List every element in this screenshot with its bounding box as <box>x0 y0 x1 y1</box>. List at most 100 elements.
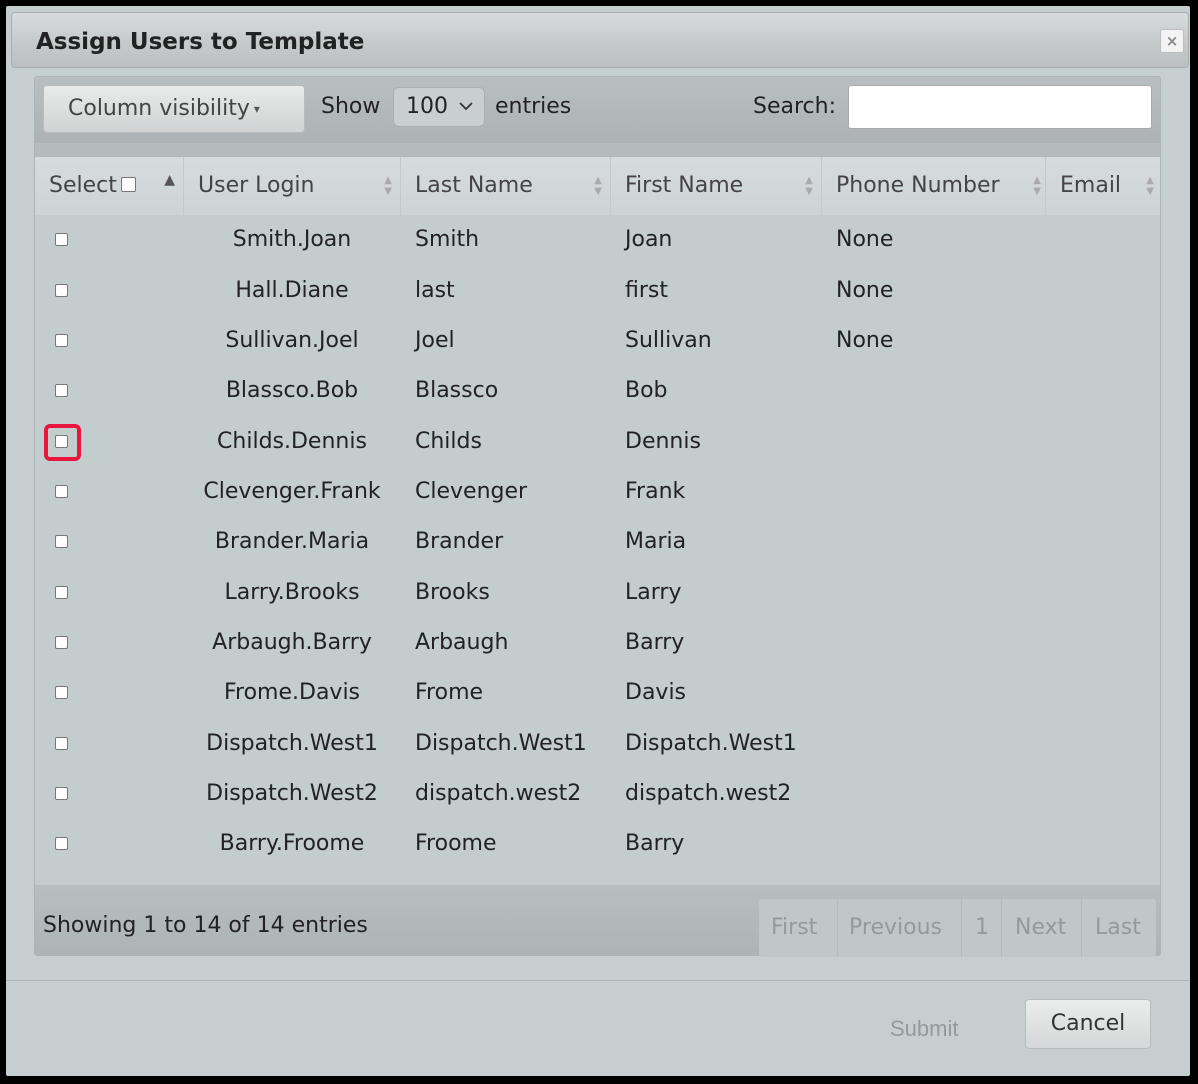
pagination-previous[interactable]: Previous <box>849 899 942 957</box>
column-header-last-name[interactable]: Last Name ▲ ▼ <box>401 157 611 215</box>
column-header-label: Select <box>49 173 117 198</box>
cell-last-name: Dispatch.West1 <box>415 731 587 756</box>
cell-first-name: Maria <box>625 529 687 554</box>
column-visibility-button[interactable]: Column visibility ▾ <box>43 85 305 133</box>
cell-user-login: Arbaugh.Barry <box>212 630 372 655</box>
sort-both-icon: ▲ ▼ <box>594 175 602 197</box>
table-toolbar: Column visibility ▾ Show 100 entries Sear… <box>35 77 1160 143</box>
row-select-checkbox[interactable] <box>55 535 68 548</box>
cell-last-name: Frome <box>415 680 484 705</box>
select-all-checkbox[interactable] <box>120 176 136 192</box>
cell-first-name: Bob <box>625 378 668 403</box>
column-header-label: Last Name <box>415 173 533 198</box>
cell-user-login: Larry.Brooks <box>224 580 360 605</box>
row-select-checkbox[interactable] <box>55 334 68 347</box>
column-header-select[interactable]: Select ▲ <box>35 157 184 215</box>
cell-phone-number: None <box>836 328 894 353</box>
pagination-divider <box>961 899 962 957</box>
search-label: Search: <box>753 94 836 119</box>
page-length-value: 100 <box>406 94 448 119</box>
table-row: Childs.Dennis Childs Dennis <box>35 417 1160 467</box>
column-header-label: Phone Number <box>836 173 1000 198</box>
cell-last-name: Childs <box>415 429 482 454</box>
table-header: Select ▲ User Login ▲ ▼ Last Name ▲ ▼ Firs… <box>35 143 1160 215</box>
cell-first-name: Frank <box>625 479 686 504</box>
column-visibility-label: Column visibility <box>68 96 250 121</box>
row-select-checkbox[interactable] <box>55 384 68 397</box>
row-select-checkbox[interactable] <box>55 636 68 649</box>
table-info: Showing 1 to 14 of 14 entries <box>43 913 368 938</box>
search-input[interactable] <box>848 85 1152 129</box>
table-row: Blassco.Bob Blassco Bob <box>35 366 1160 416</box>
row-select-checkbox[interactable] <box>55 233 68 246</box>
column-header-label: First Name <box>625 173 744 198</box>
table-row: Dispatch.West1 Dispatch.West1 Dispatch.Wes… <box>35 719 1160 769</box>
chevron-down-icon <box>458 88 474 140</box>
row-select-checkbox[interactable] <box>55 737 68 750</box>
row-select-checkbox[interactable] <box>55 837 68 850</box>
show-label: Show <box>321 94 381 119</box>
dialog-divider <box>6 980 1190 981</box>
sort-both-icon: ▲ ▼ <box>1033 175 1041 197</box>
pagination-last[interactable]: Last <box>1095 899 1141 957</box>
page-length-select[interactable]: 100 <box>393 87 485 127</box>
pagination-first[interactable]: First <box>771 899 817 957</box>
table-row: Frome.Davis Frome Davis <box>35 668 1160 718</box>
column-header-user-login[interactable]: User Login ▲ ▼ <box>184 157 401 215</box>
cell-user-login: Barry.Froome <box>219 831 365 856</box>
cell-last-name: Blassco <box>415 378 499 403</box>
sort-both-icon: ▲ ▼ <box>384 175 392 197</box>
table-row: Smith.Joan Smith Joan None <box>35 215 1160 265</box>
cancel-button[interactable]: Cancel <box>1025 999 1151 1049</box>
cell-user-login: Blassco.Bob <box>225 378 359 403</box>
table-row: Barry.Froome Froome Barry <box>35 819 1160 869</box>
cell-first-name: Larry <box>625 580 682 605</box>
table-row: Brander.Maria Brander Maria <box>35 517 1160 567</box>
checkbox-highlight <box>44 424 81 461</box>
column-header-email[interactable]: Email ▲ ▼ <box>1046 157 1160 215</box>
row-select-checkbox[interactable] <box>55 586 68 599</box>
cell-last-name: Brander <box>415 529 504 554</box>
pagination-divider <box>837 899 838 957</box>
cell-user-login: Clevenger.Frank <box>203 479 381 504</box>
dialog-title: Assign Users to Template <box>36 29 365 55</box>
row-select-checkbox[interactable] <box>55 686 68 699</box>
entries-label: entries <box>495 94 572 119</box>
table-row: Hall.Diane last first None <box>35 266 1160 316</box>
table-footer: Showing 1 to 14 of 14 entries First Prev… <box>35 885 1160 957</box>
cell-last-name: Froome <box>415 831 497 856</box>
row-select-checkbox[interactable] <box>55 284 68 297</box>
cell-user-login: Dispatch.West2 <box>206 781 378 806</box>
sort-asc-icon: ▲ <box>164 172 175 188</box>
cell-first-name: dispatch.west2 <box>625 781 792 806</box>
users-table-panel: Column visibility ▾ Show 100 entries Sear… <box>34 76 1161 957</box>
cell-first-name: Dispatch.West1 <box>625 731 797 756</box>
row-select-checkbox[interactable] <box>55 787 68 800</box>
pagination-page-1[interactable]: 1 <box>975 899 989 957</box>
cell-last-name: Clevenger <box>415 479 528 504</box>
submit-button[interactable]: Submit <box>890 1006 958 1052</box>
cell-last-name: Arbaugh <box>415 630 509 655</box>
cell-first-name: Barry <box>625 630 685 655</box>
cell-user-login: Smith.Joan <box>232 227 352 252</box>
cell-user-login: Brander.Maria <box>214 529 370 554</box>
header-strip <box>35 143 1160 157</box>
cell-first-name: Davis <box>625 680 687 705</box>
pagination-next[interactable]: Next <box>1015 899 1066 957</box>
column-header-first-name[interactable]: First Name ▲ ▼ <box>611 157 822 215</box>
cell-last-name: Brooks <box>415 580 490 605</box>
cell-first-name: Joan <box>625 227 673 252</box>
caret-down-icon: ▾ <box>253 102 260 116</box>
table-row: Arbaugh.Barry Arbaugh Barry <box>35 618 1160 668</box>
cell-user-login: Frome.Davis <box>223 680 361 705</box>
cell-phone-number: None <box>836 227 894 252</box>
row-select-checkbox[interactable] <box>55 485 68 498</box>
table-row: Larry.Brooks Brooks Larry <box>35 568 1160 618</box>
cell-user-login: Sullivan.Joel <box>225 328 359 353</box>
cell-last-name: dispatch.west2 <box>415 781 582 806</box>
column-header-label: Email <box>1060 173 1122 198</box>
column-header-phone-number[interactable]: Phone Number ▲ ▼ <box>822 157 1046 215</box>
cell-first-name: first <box>625 278 668 303</box>
cell-user-login: Dispatch.West1 <box>206 731 378 756</box>
close-icon[interactable]: × <box>1160 29 1184 53</box>
